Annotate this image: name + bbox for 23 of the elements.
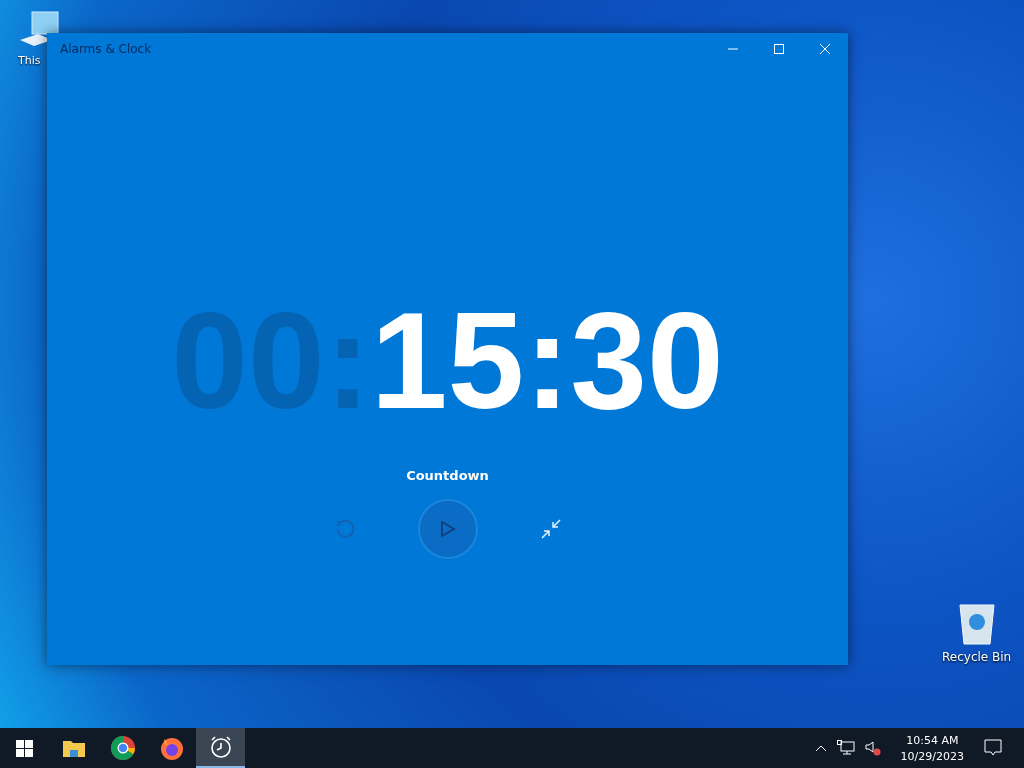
desktop-icon-label[interactable]: This (18, 54, 41, 67)
maximize-icon[interactable] (773, 43, 785, 55)
chevron-up-icon[interactable] (814, 744, 827, 752)
play-icon (439, 520, 456, 538)
taskbar-clock[interactable]: 10:54 AM 10/29/2023 (890, 733, 974, 763)
alarm-clock-icon (208, 735, 233, 759)
speaker-muted-icon[interactable] (864, 740, 881, 756)
firefox-icon (159, 736, 184, 760)
windows-logo-icon (16, 739, 33, 757)
close-icon[interactable] (819, 43, 831, 55)
timer-name: Countdown (406, 468, 489, 483)
desktop-icon-label[interactable]: Recycle Bin (942, 650, 1012, 664)
window-title: Alarms & Clock (60, 42, 152, 56)
clock-date: 10/29/2023 (900, 749, 964, 763)
recycle-bin-icon[interactable] (956, 602, 997, 646)
clock-time: 10:54 AM (906, 733, 959, 747)
notifications-icon[interactable] (984, 739, 1002, 757)
compact-overlay-icon[interactable] (539, 518, 562, 540)
timer-digits: 15:30 (370, 291, 724, 429)
network-icon[interactable] (836, 740, 855, 756)
folder-icon (62, 739, 85, 757)
taskbar-button[interactable] (196, 728, 245, 768)
chrome-icon (110, 736, 135, 760)
